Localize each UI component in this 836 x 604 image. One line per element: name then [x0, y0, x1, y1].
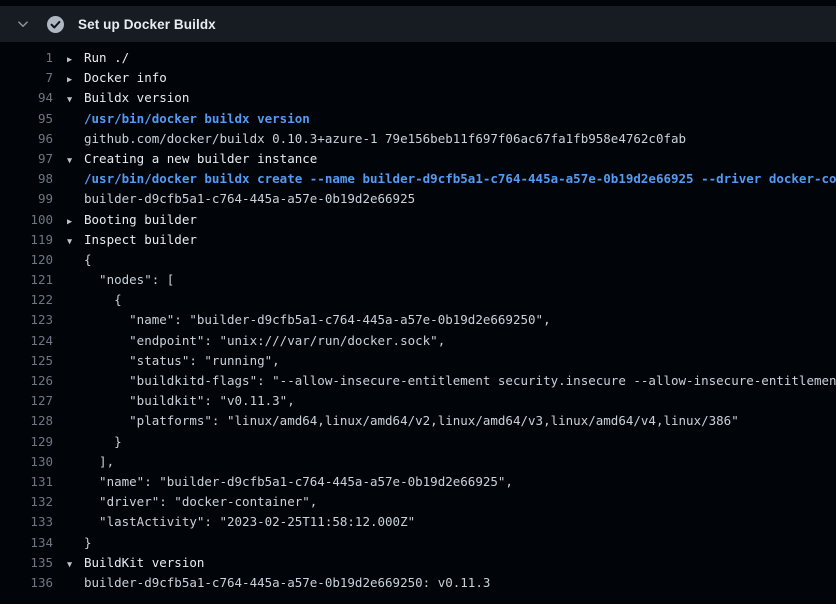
line-number[interactable]: 128 — [0, 411, 53, 431]
line-number[interactable]: 99 — [0, 189, 53, 209]
output-text: } — [84, 533, 92, 553]
log-line: 132 "driver": "docker-container", — [0, 492, 836, 512]
triangle-right-icon[interactable]: ▶ — [53, 50, 84, 68]
output-text: "nodes": [ — [84, 270, 174, 290]
log-group-row[interactable]: 119▼Inspect builder — [0, 230, 836, 250]
log-line: 95/usr/bin/docker buildx version — [0, 109, 836, 129]
line-number[interactable]: 129 — [0, 432, 53, 452]
output-text: github.com/docker/buildx 0.10.3+azure-1 … — [84, 129, 686, 149]
log-line: 120 { — [0, 250, 836, 270]
line-number[interactable]: 131 — [0, 472, 53, 492]
line-number[interactable]: 126 — [0, 371, 53, 391]
log-group-row[interactable]: 97▼Creating a new builder instance — [0, 149, 836, 169]
output-text: "buildkit": "v0.11.3", — [84, 391, 295, 411]
line-number[interactable]: 133 — [0, 512, 53, 532]
log-line: 133 "lastActivity": "2023-02-25T11:58:12… — [0, 512, 836, 532]
output-text: builder-d9cfb5a1-c764-445a-a57e-0b19d2e6… — [84, 573, 490, 593]
triangle-right-icon[interactable]: ▶ — [53, 212, 84, 230]
group-title: Run ./ — [84, 48, 129, 68]
group-title: BuildKit version — [84, 553, 204, 573]
triangle-right-icon[interactable]: ▶ — [53, 70, 84, 88]
log-line: 124 "endpoint": "unix:///var/run/docker.… — [0, 331, 836, 351]
output-text: "name": "builder-d9cfb5a1-c764-445a-a57e… — [84, 472, 513, 492]
output-text: "endpoint": "unix:///var/run/docker.sock… — [84, 331, 445, 351]
triangle-down-icon[interactable]: ▼ — [53, 232, 84, 250]
log-line: 98/usr/bin/docker buildx create --name b… — [0, 169, 836, 189]
line-number[interactable]: 122 — [0, 290, 53, 310]
output-text: { — [84, 290, 122, 310]
step-header[interactable]: Set up Docker Buildx — [0, 6, 836, 42]
output-text: ], — [84, 452, 114, 472]
log-group-row[interactable]: 1▶Run ./ — [0, 48, 836, 68]
group-title: Booting builder — [84, 210, 197, 230]
output-text: builder-d9cfb5a1-c764-445a-a57e-0b19d2e6… — [84, 189, 415, 209]
log-line: 121 "nodes": [ — [0, 270, 836, 290]
log-lines: 1▶Run ./7▶Docker info94▼Buildx version95… — [0, 48, 836, 593]
line-number[interactable]: 96 — [0, 129, 53, 149]
log-line: 99 builder-d9cfb5a1-c764-445a-a57e-0b19d2… — [0, 189, 836, 209]
output-text: "name": "builder-d9cfb5a1-c764-445a-a57e… — [84, 310, 551, 330]
output-text: "status": "running", — [84, 351, 280, 371]
line-number[interactable]: 1 — [0, 48, 53, 68]
line-number[interactable]: 120 — [0, 250, 53, 270]
line-number[interactable]: 132 — [0, 492, 53, 512]
log-line: 96 github.com/docker/buildx 0.10.3+azure-… — [0, 129, 836, 149]
line-number[interactable]: 94 — [0, 88, 53, 108]
line-number[interactable]: 100 — [0, 210, 53, 230]
command-text: /usr/bin/docker buildx create --name bui… — [84, 169, 836, 189]
line-number[interactable]: 127 — [0, 391, 53, 411]
check-circle-icon — [47, 16, 64, 33]
line-number[interactable]: 98 — [0, 169, 53, 189]
output-text: { — [84, 250, 92, 270]
line-number[interactable]: 123 — [0, 310, 53, 330]
output-text: } — [84, 432, 122, 452]
log-line: 126 "buildkitd-flags": "--allow-insecure… — [0, 371, 836, 391]
log-group-row[interactable]: 94▼Buildx version — [0, 88, 836, 108]
line-number[interactable]: 130 — [0, 452, 53, 472]
log-line: 129 } — [0, 432, 836, 452]
command-text: /usr/bin/docker buildx version — [84, 109, 310, 129]
line-number[interactable]: 124 — [0, 331, 53, 351]
log-line: 122 { — [0, 290, 836, 310]
line-number[interactable]: 136 — [0, 573, 53, 593]
chevron-down-icon[interactable] — [15, 16, 31, 32]
group-title: Inspect builder — [84, 230, 197, 250]
line-number[interactable]: 121 — [0, 270, 53, 290]
log-line: 123 "name": "builder-d9cfb5a1-c764-445a-… — [0, 310, 836, 330]
line-number[interactable]: 135 — [0, 553, 53, 573]
log-viewer: Set up Docker Buildx 1▶Run ./7▶Docker in… — [0, 0, 836, 604]
output-text: "platforms": "linux/amd64,linux/amd64/v2… — [84, 411, 739, 431]
output-text: "lastActivity": "2023-02-25T11:58:12.000… — [84, 512, 415, 532]
log-line: 125 "status": "running", — [0, 351, 836, 371]
log-group-row[interactable]: 100▶Booting builder — [0, 210, 836, 230]
log-group-row[interactable]: 135▼BuildKit version — [0, 553, 836, 573]
triangle-down-icon[interactable]: ▼ — [53, 555, 84, 573]
log-line: 130 ], — [0, 452, 836, 472]
line-number[interactable]: 7 — [0, 68, 53, 88]
log-line: 131 "name": "builder-d9cfb5a1-c764-445a-… — [0, 472, 836, 492]
triangle-down-icon[interactable]: ▼ — [53, 90, 84, 108]
line-number[interactable]: 125 — [0, 351, 53, 371]
output-text: "buildkitd-flags": "--allow-insecure-ent… — [84, 371, 836, 391]
log-line: 128 "platforms": "linux/amd64,linux/amd6… — [0, 411, 836, 431]
line-number[interactable]: 134 — [0, 533, 53, 553]
group-title: Buildx version — [84, 88, 189, 108]
line-number[interactable]: 119 — [0, 230, 53, 250]
line-number[interactable]: 97 — [0, 149, 53, 169]
log-line: 134} — [0, 533, 836, 553]
group-title: Docker info — [84, 68, 167, 88]
log-line: 136 builder-d9cfb5a1-c764-445a-a57e-0b19d… — [0, 573, 836, 593]
log-line: 127 "buildkit": "v0.11.3", — [0, 391, 836, 411]
triangle-down-icon[interactable]: ▼ — [53, 151, 84, 169]
log-group-row[interactable]: 7▶Docker info — [0, 68, 836, 88]
output-text: "driver": "docker-container", — [84, 492, 317, 512]
step-title: Set up Docker Buildx — [78, 17, 216, 32]
group-title: Creating a new builder instance — [84, 149, 317, 169]
line-number[interactable]: 95 — [0, 109, 53, 129]
